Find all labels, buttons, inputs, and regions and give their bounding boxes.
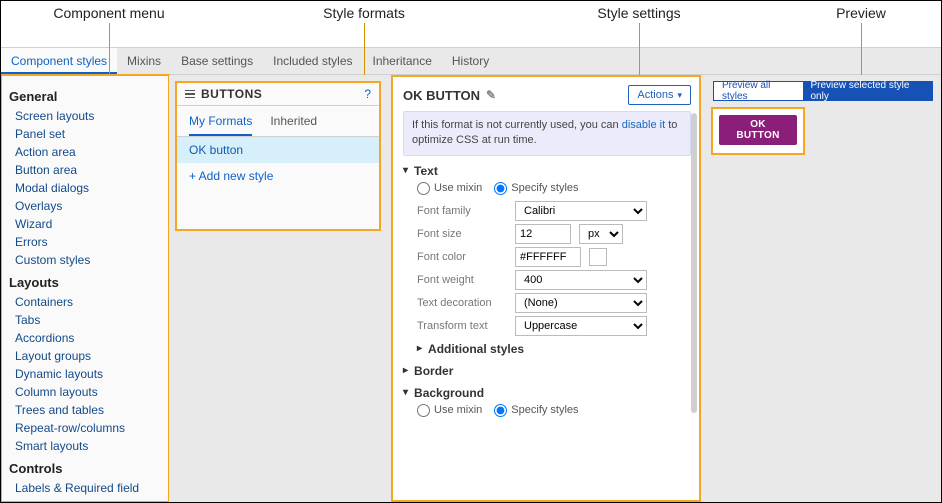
section-background[interactable]: ▾ Background <box>403 386 691 400</box>
tab-mixins[interactable]: Mixins <box>117 48 171 74</box>
annot-preview: Preview <box>836 5 886 21</box>
edit-name-icon[interactable]: ✎ <box>486 88 496 102</box>
radio-specify-styles[interactable]: Specify styles <box>494 182 578 195</box>
cm-item[interactable]: Errors <box>9 233 165 251</box>
tab-base-settings[interactable]: Base settings <box>171 48 263 74</box>
cm-item[interactable]: Column layouts <box>9 383 165 401</box>
add-new-style[interactable]: + Add new style <box>177 163 379 189</box>
cm-item[interactable]: Dynamic layouts <box>9 365 165 383</box>
select-font-size-unit[interactable]: px <box>579 224 623 244</box>
tab-history[interactable]: History <box>442 48 499 74</box>
hamburger-icon[interactable] <box>185 90 195 99</box>
cm-item[interactable]: Modal dialogs <box>9 179 165 197</box>
annot-style-formats: Style formats <box>323 5 405 21</box>
cm-item[interactable]: Overlays <box>9 197 165 215</box>
cm-item[interactable]: Tabs <box>9 311 165 329</box>
cm-item[interactable]: Labels & Required field <box>9 479 165 497</box>
caret-down-icon: ▾ <box>403 387 408 398</box>
caret-right-icon: ▸ <box>417 343 422 354</box>
select-text-decoration[interactable]: (None) <box>515 293 647 313</box>
style-formats-panel: BUTTONS ? My Formats Inherited OK button… <box>169 75 387 502</box>
input-font-size[interactable] <box>515 224 571 244</box>
label-font-color: Font color <box>417 251 507 263</box>
cm-item[interactable]: Smart layouts <box>9 437 165 455</box>
cm-item[interactable]: Containers <box>9 293 165 311</box>
preview-all-toggle[interactable]: Preview all styles <box>714 82 803 100</box>
cm-item[interactable]: Trees and tables <box>9 401 165 419</box>
tab-inheritance[interactable]: Inheritance <box>363 48 442 74</box>
label-font-weight: Font weight <box>417 274 507 286</box>
tab-included-styles[interactable]: Included styles <box>263 48 362 74</box>
tab-component-styles[interactable]: Component styles <box>1 48 117 74</box>
cm-item[interactable]: Button area <box>9 161 165 179</box>
cm-item[interactable]: Screen layouts <box>9 107 165 125</box>
select-transform-text[interactable]: Uppercase <box>515 316 647 336</box>
radio-bg-specify-styles[interactable]: Specify styles <box>494 404 578 417</box>
scrollbar[interactable] <box>691 113 697 413</box>
cm-item[interactable]: Layout groups <box>9 347 165 365</box>
subsection-additional-styles[interactable]: ▸ Additional styles <box>417 342 691 356</box>
color-swatch[interactable] <box>589 248 607 266</box>
chevron-down-icon: ▾ <box>677 90 682 101</box>
cm-item[interactable]: Text inputs & Formatted Text <box>9 497 165 502</box>
preview-panel: Preview all styles Preview selected styl… <box>705 75 941 502</box>
settings-name: OK BUTTON <box>403 88 480 103</box>
cm-item[interactable]: Action area <box>9 143 165 161</box>
section-text[interactable]: ▾ Text <box>403 164 691 178</box>
cm-item[interactable]: Accordions <box>9 329 165 347</box>
actions-button[interactable]: Actions ▾ <box>628 85 691 105</box>
preview-selected-toggle[interactable]: Preview selected style only <box>803 82 933 100</box>
annot-component-menu: Component menu <box>53 5 164 21</box>
cm-item[interactable]: Wizard <box>9 215 165 233</box>
format-item-okbutton[interactable]: OK button <box>177 137 379 163</box>
cm-item[interactable]: Custom styles <box>9 251 165 269</box>
input-font-color[interactable] <box>515 247 581 267</box>
caret-down-icon: ▾ <box>403 165 408 176</box>
cm-heading-controls: Controls <box>9 461 165 476</box>
radio-bg-use-mixin[interactable]: Use mixin <box>417 404 482 417</box>
help-icon[interactable]: ? <box>364 87 371 101</box>
info-disable-bar: If this format is not currently used, yo… <box>403 111 691 156</box>
cm-heading-general: General <box>9 89 165 104</box>
label-font-family: Font family <box>417 205 507 217</box>
caret-right-icon: ▸ <box>403 365 408 376</box>
preview-toggle: Preview all styles Preview selected styl… <box>713 81 933 101</box>
select-font-family[interactable]: Calibri <box>515 201 647 221</box>
preview-stage: OK BUTTON <box>713 109 803 153</box>
preview-ok-button[interactable]: OK BUTTON <box>719 115 797 145</box>
radio-use-mixin[interactable]: Use mixin <box>417 182 482 195</box>
top-tabs: Component styles Mixins Base settings In… <box>1 47 941 75</box>
cm-item[interactable]: Panel set <box>9 125 165 143</box>
annot-style-settings: Style settings <box>597 5 680 21</box>
section-border[interactable]: ▸ Border <box>403 364 691 378</box>
style-settings-panel: OK BUTTON ✎ Actions ▾ If this format is … <box>387 75 705 502</box>
actions-label: Actions <box>637 89 673 101</box>
formats-tab-inherited[interactable]: Inherited <box>270 114 317 136</box>
label-text-decoration: Text decoration <box>417 297 507 309</box>
formats-tab-myformats[interactable]: My Formats <box>189 114 252 136</box>
select-font-weight[interactable]: 400 <box>515 270 647 290</box>
cm-heading-layouts: Layouts <box>9 275 165 290</box>
cm-item[interactable]: Repeat-row/columns <box>9 419 165 437</box>
component-menu: General Screen layouts Panel set Action … <box>1 75 169 502</box>
label-font-size: Font size <box>417 228 507 240</box>
label-transform-text: Transform text <box>417 320 507 332</box>
formats-title: BUTTONS <box>201 87 262 101</box>
disable-link[interactable]: disable it <box>622 119 665 131</box>
